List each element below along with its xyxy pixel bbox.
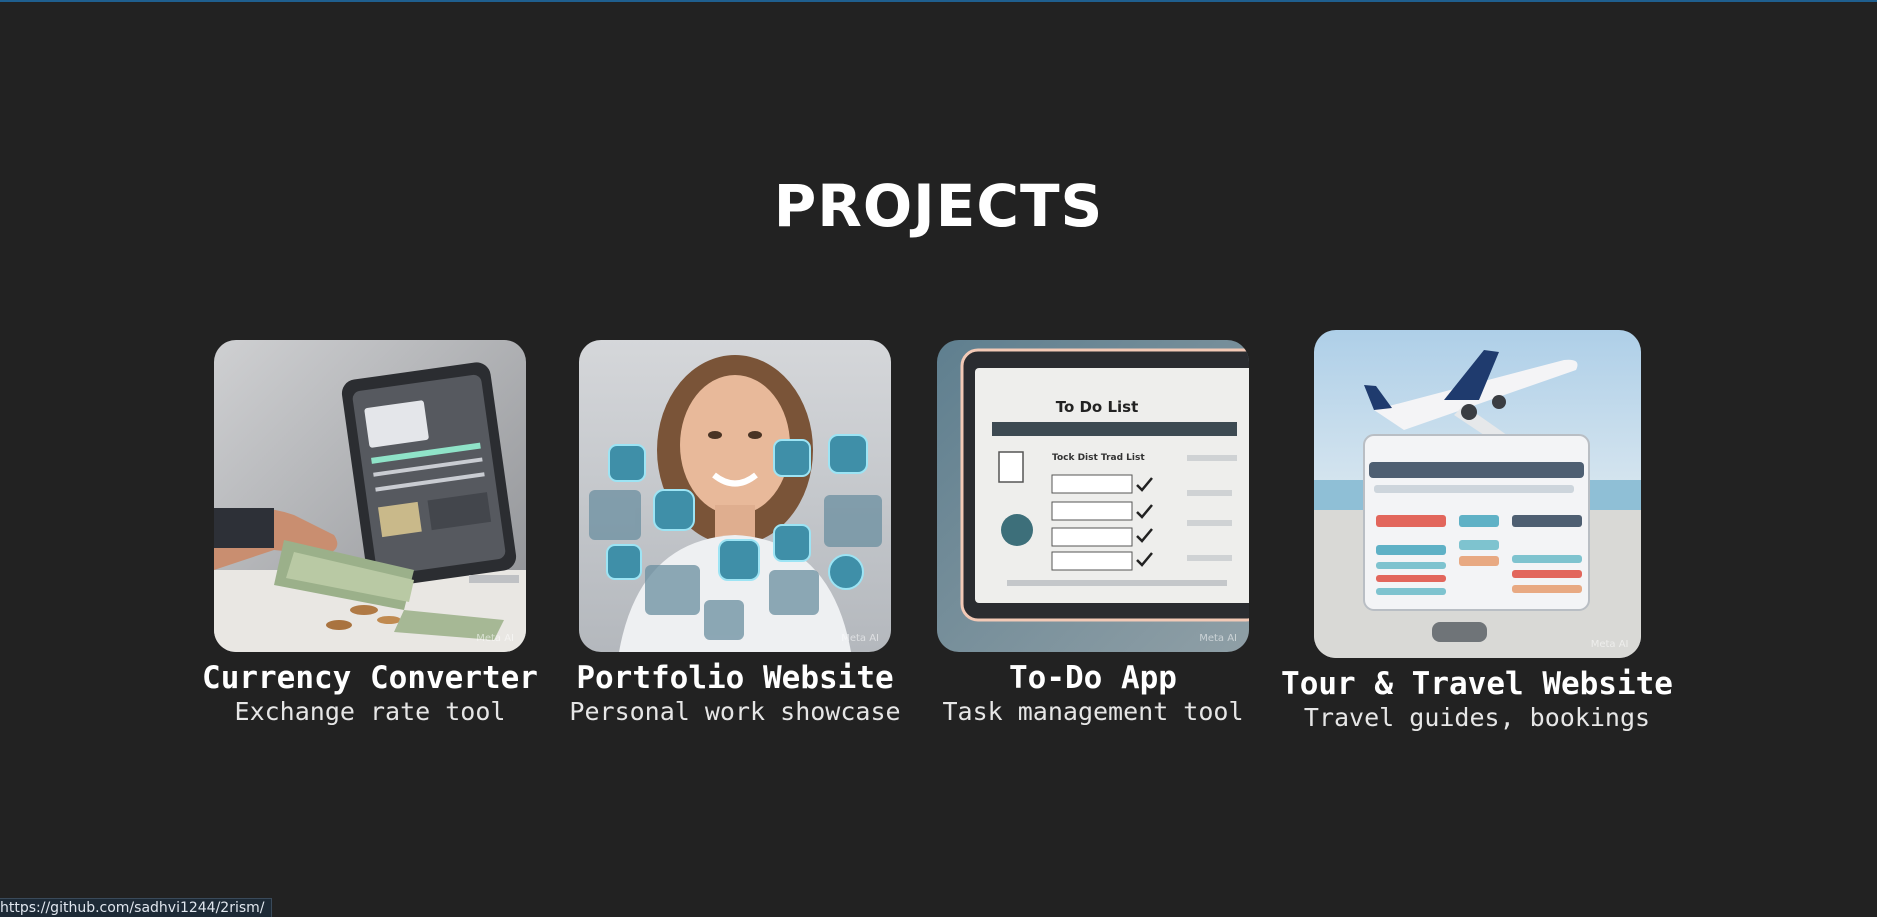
project-title: To-Do App (1009, 660, 1177, 696)
image-watermark: Meta AI (1590, 639, 1629, 650)
section-title: PROJECTS (773, 172, 1104, 240)
project-description: Personal work showcase (569, 697, 901, 726)
project-card-to-do-app[interactable]: To Do List Tock Dist Trad List Meta AI T… (932, 340, 1254, 728)
project-image-portfolio-website[interactable]: Meta AI (579, 340, 891, 652)
top-accent-line (0, 0, 1877, 2)
project-card-portfolio-website[interactable]: Meta AI Portfolio Website Personal work … (568, 340, 902, 728)
status-bar-link-preview: https://github.com/sadhvi1244/2rism/ (0, 898, 272, 917)
project-card-tour-travel-website[interactable]: Meta AI Tour & Travel Website Travel gui… (1277, 330, 1677, 734)
project-image-currency-converter[interactable]: Meta AI (214, 340, 526, 652)
todo-screen-title: To Do List (1056, 398, 1139, 416)
project-description: Travel guides, bookings (1303, 703, 1651, 732)
project-image-to-do-app[interactable]: To Do List Tock Dist Trad List Meta AI (937, 340, 1249, 652)
project-title: Tour & Travel Website (1281, 666, 1673, 702)
todo-screen-subtitle: Tock Dist Trad List (1052, 453, 1145, 463)
image-watermark: Meta AI (476, 633, 514, 644)
project-description: Exchange rate tool (234, 697, 506, 726)
project-image-tour-travel-website[interactable]: Meta AI (1313, 330, 1641, 658)
project-card-currency-converter[interactable]: Meta AI Currency Converter Exchange rate… (202, 340, 538, 728)
project-description: Task management tool (942, 697, 1244, 726)
project-title: Currency Converter (202, 660, 538, 696)
image-watermark: Meta AI (841, 633, 879, 644)
image-watermark: Meta AI (1199, 633, 1237, 644)
project-title: Portfolio Website (576, 660, 894, 696)
